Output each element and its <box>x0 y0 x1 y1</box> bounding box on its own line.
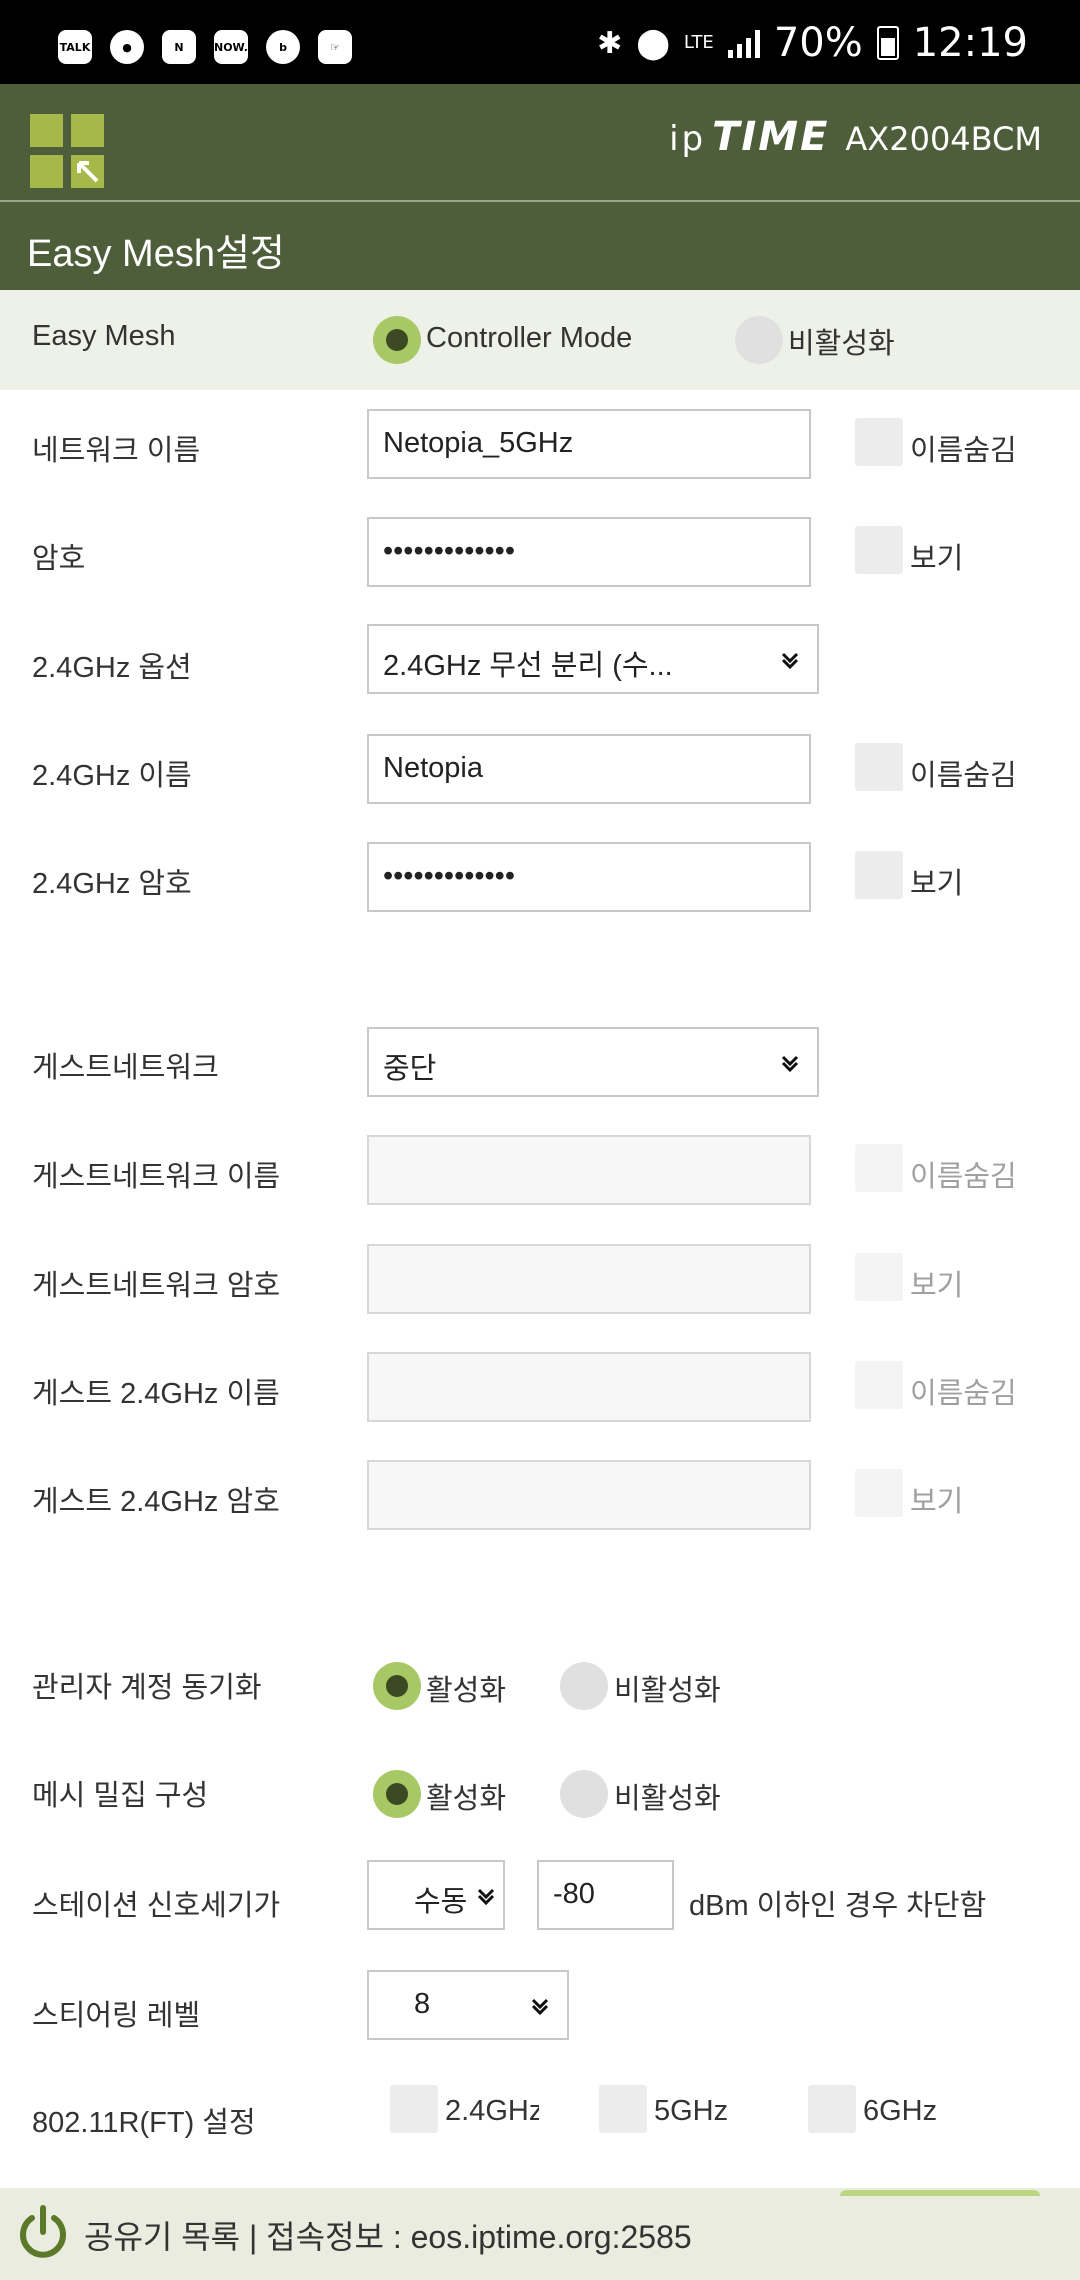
ft-6-label: 6GHz <box>863 2095 938 2127</box>
admin-sync-label: 관리자 계정 동기화 <box>32 1672 262 1704</box>
notification-icons: TALK ● N NOW. b ☞ <box>58 30 352 64</box>
option-24-select[interactable]: 2.4GHz 무선 분리 (수... <box>367 624 819 694</box>
ft-5-label: 5GHz <box>654 2095 729 2127</box>
mesh-dense-on-radio[interactable] <box>373 1770 421 1818</box>
hide-name-label: 이름숨김 <box>910 435 1017 467</box>
admin-sync-off-label: 비활성화 <box>614 1675 721 1707</box>
station-suffix-label: dBm 이하인 경우 차단함 <box>689 1890 987 1922</box>
status-bar: TALK ● N NOW. b ☞ ✱ ⬤ LTE 70% 12:19 <box>0 0 1080 84</box>
guest-password-input[interactable] <box>367 1244 811 1314</box>
easy-mesh-row: Easy Mesh Controller Mode 비활성화 <box>0 290 1080 390</box>
easy-mesh-off-radio[interactable] <box>735 316 783 364</box>
admin-sync-off-radio[interactable] <box>560 1662 608 1710</box>
password-24-label: 2.4GHz 암호 <box>32 868 192 900</box>
mesh-dense-label: 메시 밀집 구성 <box>32 1780 209 1812</box>
guest-network-value: 중단 <box>383 1053 437 1085</box>
touch-icon: ☞ <box>318 30 352 64</box>
location-icon: ⬤ <box>636 25 670 61</box>
app-header: ip TIME AX2004BCM <box>0 84 1080 200</box>
guest-network-label: 게스트네트워크 <box>32 1052 219 1084</box>
footer-router-info[interactable]: 공유기 목록 | 접속정보 : eos.iptime.org:2585 <box>84 2212 692 2258</box>
password-input[interactable]: ••••••••••••• <box>367 517 811 587</box>
station-threshold-input[interactable]: -80 <box>537 1860 674 1930</box>
steering-level-value: 8 <box>414 1988 431 2020</box>
station-mode-select[interactable]: 수동 <box>367 1860 505 1930</box>
chevron-down-icon <box>477 1888 495 1906</box>
kakaotalk-icon: TALK <box>58 30 92 64</box>
footer-bar: 공유기 목록 | 접속정보 : eos.iptime.org:2585 <box>0 2188 1080 2280</box>
chevron-down-icon <box>531 1998 549 2016</box>
system-status: ✱ ⬤ LTE 70% 12:19 <box>597 20 1028 66</box>
model-name: AX2004BCM <box>845 120 1042 158</box>
guest-password-24-label: 게스트 2.4GHz 암호 <box>32 1486 280 1518</box>
power-icon[interactable] <box>16 2204 70 2262</box>
chevron-down-icon <box>781 652 799 670</box>
guest-password-label: 게스트네트워크 암호 <box>32 1270 281 1302</box>
netflix-icon: N <box>162 30 196 64</box>
station-signal-label: 스테이션 신호세기가 <box>32 1890 281 1922</box>
guest-show-password-label: 보기 <box>910 1270 964 1302</box>
easy-mesh-label: Easy Mesh <box>32 320 176 352</box>
name-24-input[interactable]: Netopia <box>367 734 811 804</box>
hide-name-24-checkbox[interactable] <box>855 743 903 791</box>
b-app-icon: b <box>266 30 300 64</box>
mesh-dense-on-label: 활성화 <box>426 1783 507 1815</box>
now-icon: NOW. <box>214 30 248 64</box>
brand-logo: ip TIME AX2004BCM <box>669 114 1042 160</box>
guest-show-password-24-label: 보기 <box>910 1486 964 1518</box>
show-password-label: 보기 <box>910 543 964 575</box>
admin-sync-on-radio[interactable] <box>373 1662 421 1710</box>
password-label: 암호 <box>32 543 86 575</box>
battery-icon <box>876 26 899 60</box>
page-title: Easy Mesh설정 <box>27 233 285 275</box>
ft-24-label: 2.4GHz <box>445 2095 539 2127</box>
guest-hide-name-24-label: 이름숨김 <box>910 1378 1017 1410</box>
network-name-input[interactable]: Netopia_5GHz <box>367 409 811 479</box>
ft-24-checkbox[interactable] <box>390 2085 438 2133</box>
clock: 12:19 <box>912 20 1028 66</box>
ft-6-checkbox[interactable] <box>808 2085 856 2133</box>
name-24-label: 2.4GHz 이름 <box>32 760 192 792</box>
guest-network-select[interactable]: 중단 <box>367 1027 819 1097</box>
guest-show-password-checkbox[interactable] <box>855 1253 903 1301</box>
ft-setting-label: 802.11R(FT) 설정 <box>32 2107 256 2139</box>
mesh-dense-off-label: 비활성화 <box>614 1783 721 1815</box>
controller-mode-label: Controller Mode <box>426 322 633 354</box>
password-24-input[interactable]: ••••••••••••• <box>367 842 811 912</box>
controller-mode-radio[interactable] <box>373 316 421 364</box>
admin-sync-on-label: 활성화 <box>426 1675 507 1707</box>
title-bar: Easy Mesh설정 <box>0 202 1080 290</box>
guest-name-label: 게스트네트워크 이름 <box>32 1161 281 1193</box>
menu-grid-icon[interactable] <box>30 114 106 190</box>
steering-level-label: 스티어링 레벨 <box>32 2000 201 2032</box>
chevron-down-icon <box>781 1055 799 1073</box>
show-password-24-label: 보기 <box>910 868 964 900</box>
battery-percent: 70% <box>773 20 863 66</box>
network-name-label: 네트워크 이름 <box>32 435 201 467</box>
guest-name-24-label: 게스트 2.4GHz 이름 <box>32 1378 280 1410</box>
guest-show-password-24-checkbox[interactable] <box>855 1469 903 1517</box>
station-mode-value: 수동 <box>414 1886 468 1918</box>
guest-hide-name-label: 이름숨김 <box>910 1161 1017 1193</box>
lte-icon: LTE <box>683 32 714 53</box>
app-icon: ● <box>110 30 144 64</box>
show-password-checkbox[interactable] <box>855 526 903 574</box>
bluetooth-icon: ✱ <box>597 25 623 61</box>
ft-5-checkbox[interactable] <box>599 2085 647 2133</box>
mesh-dense-off-radio[interactable] <box>560 1770 608 1818</box>
apply-button-edge[interactable] <box>840 2190 1040 2196</box>
guest-name-input[interactable] <box>367 1135 811 1205</box>
guest-password-24-input[interactable] <box>367 1460 811 1530</box>
guest-name-24-input[interactable] <box>367 1352 811 1422</box>
guest-hide-name-24-checkbox[interactable] <box>855 1361 903 1409</box>
signal-icon <box>727 28 760 58</box>
show-password-24-checkbox[interactable] <box>855 851 903 899</box>
guest-hide-name-checkbox[interactable] <box>855 1144 903 1192</box>
steering-level-select[interactable]: 8 <box>367 1970 569 2040</box>
option-24-value: 2.4GHz 무선 분리 (수... <box>383 650 673 682</box>
option-24-label: 2.4GHz 옵션 <box>32 652 192 684</box>
easy-mesh-off-label: 비활성화 <box>788 328 895 360</box>
hide-name-checkbox[interactable] <box>855 418 903 466</box>
hide-name-24-label: 이름숨김 <box>910 760 1017 792</box>
